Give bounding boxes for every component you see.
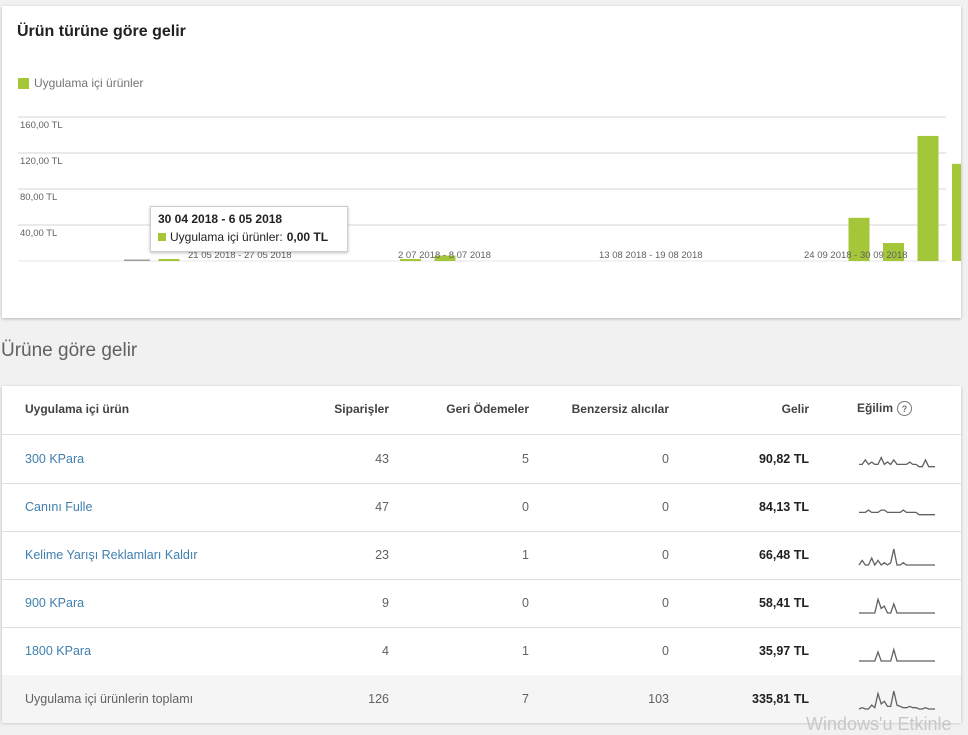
y-tick-label: 80,00 TL (20, 192, 57, 203)
revenue-cell: 66,48 TL (758, 548, 809, 562)
trend-line (858, 548, 935, 567)
x-tick-label: 13 08 2018 - 19 08 2018 (599, 250, 703, 261)
revenue-by-product-table: Uygulama içi ürün Siparişler Geri Ödemel… (2, 386, 961, 723)
table-row: 900 KPara 9 0 0 58,41 TL (2, 579, 961, 628)
trend-sparkline (859, 456, 935, 468)
product-name[interactable]: 1800 KPara (25, 644, 91, 658)
unique-buyers-cell: 0 (662, 644, 669, 658)
header-product[interactable]: Uygulama içi ürün (25, 402, 129, 416)
revenue-cell: 58,41 TL (758, 596, 809, 610)
header-revenue[interactable]: Gelir (739, 402, 809, 416)
chart-legend[interactable]: Uygulama içi ürünler (18, 76, 143, 90)
trend-line (859, 596, 935, 614)
table-row: Canını Fulle 47 0 0 84,13 TL (2, 483, 961, 532)
orders-cell: 47 (375, 500, 389, 514)
tooltip-swatch (158, 233, 166, 241)
trend-sparkline (858, 548, 935, 567)
unique-buyers-cell: 0 (662, 548, 669, 562)
trend-line (859, 647, 935, 662)
header-trend: Eğilim? (857, 401, 913, 417)
x-tick-label: 24 09 2018 - 30 09 2018 (804, 250, 908, 261)
trend-line (859, 509, 935, 516)
unique-buyers-cell: 0 (662, 500, 669, 514)
orders-cell: 126 (368, 692, 389, 706)
chart-bar (917, 135, 939, 261)
trend-sparkline (859, 596, 935, 614)
product-name[interactable]: Canını Fulle (25, 500, 92, 514)
y-tick-label: 160,00 TL (20, 120, 63, 131)
trend-sparkline (859, 647, 935, 662)
unique-buyers-cell: 103 (648, 692, 669, 706)
y-tick-label: 40,00 TL (20, 228, 57, 239)
product-name[interactable]: Kelime Yarışı Reklamları Kaldır (25, 548, 198, 562)
legend-label: Uygulama içi ürünler (34, 76, 144, 90)
refunds-cell: 0 (522, 596, 529, 610)
tooltip-title: 30 04 2018 - 6 05 2018 (158, 212, 283, 226)
table-row: 1800 KPara 4 1 0 35,97 TL (2, 627, 961, 676)
tooltip-label: Uygulama içi ürünler: (170, 230, 283, 244)
section-title: Ürüne göre gelir (1, 340, 138, 361)
chart-title: Ürün türüne göre gelir (17, 23, 186, 40)
revenue-cell: 84,13 TL (758, 500, 809, 514)
orders-cell: 23 (375, 548, 389, 562)
trend-sparkline (859, 509, 935, 516)
orders-cell: 4 (382, 644, 389, 658)
legend-swatch (18, 77, 29, 89)
unique-buyers-cell: 0 (662, 452, 669, 466)
product-name[interactable]: 300 KPara (25, 452, 84, 466)
refunds-cell: 1 (522, 644, 529, 658)
chart-bar (158, 259, 180, 261)
header-trend-label: Eğilim (857, 401, 894, 415)
chart-bar (952, 163, 961, 261)
header-orders[interactable]: Siparişler (322, 402, 389, 416)
trend-line (858, 690, 935, 710)
chart-bar (124, 259, 150, 261)
trend-line (859, 456, 935, 468)
product-name[interactable]: 900 KPara (25, 596, 84, 610)
header-refunds[interactable]: Geri Ödemeler (419, 402, 529, 416)
refunds-cell: 5 (522, 452, 529, 466)
revenue-by-type-card: 160,00 TL 120,00 TL 80,00 TL 40,00 TL 21 05 … (2, 6, 961, 318)
y-tick-label: 120,00 TL (20, 156, 63, 167)
table-row: 300 KPara 43 5 0 90,82 TL (2, 435, 961, 484)
refunds-cell: 7 (522, 692, 529, 706)
revenue-bar-chart: 160,00 TL120,00 TL80,00 TL40,00 TL21 05 … (18, 116, 961, 262)
revenue-cell: 35,97 TL (758, 644, 809, 658)
refunds-cell: 0 (522, 500, 529, 514)
trend-sparkline (858, 690, 935, 710)
chart-tooltip: 30 04 2018 - 6 05 2018 Uygulama içi ürün… (150, 206, 348, 252)
tooltip-row: Uygulama içi ürünler: 0,00 TL (158, 230, 340, 244)
product-name: Uygulama içi ürünlerin toplamı (25, 692, 194, 706)
revenue-cell: 90,82 TL (758, 452, 809, 466)
tooltip-value: 0,00 TL (286, 230, 329, 244)
revenue-cell: 335,81 TL (752, 692, 809, 706)
header-unique-buyers[interactable]: Benzersiz alıcılar (549, 402, 669, 416)
table-row: Kelime Yarışı Reklamları Kaldır 23 1 0 66,48… (2, 531, 961, 580)
table-header: Uygulama içi ürün Siparişler Geri Ödemel… (2, 386, 961, 435)
orders-cell: 43 (375, 452, 389, 466)
refunds-cell: 1 (522, 548, 529, 562)
orders-cell: 9 (382, 596, 389, 610)
unique-buyers-cell: 0 (662, 596, 669, 610)
windows-activation-watermark: Windows'u Etkinle (806, 714, 952, 734)
x-tick-label: 2 07 2018 - 8 07 2018 (398, 250, 491, 261)
question-circle-icon[interactable]: ? (897, 401, 913, 417)
